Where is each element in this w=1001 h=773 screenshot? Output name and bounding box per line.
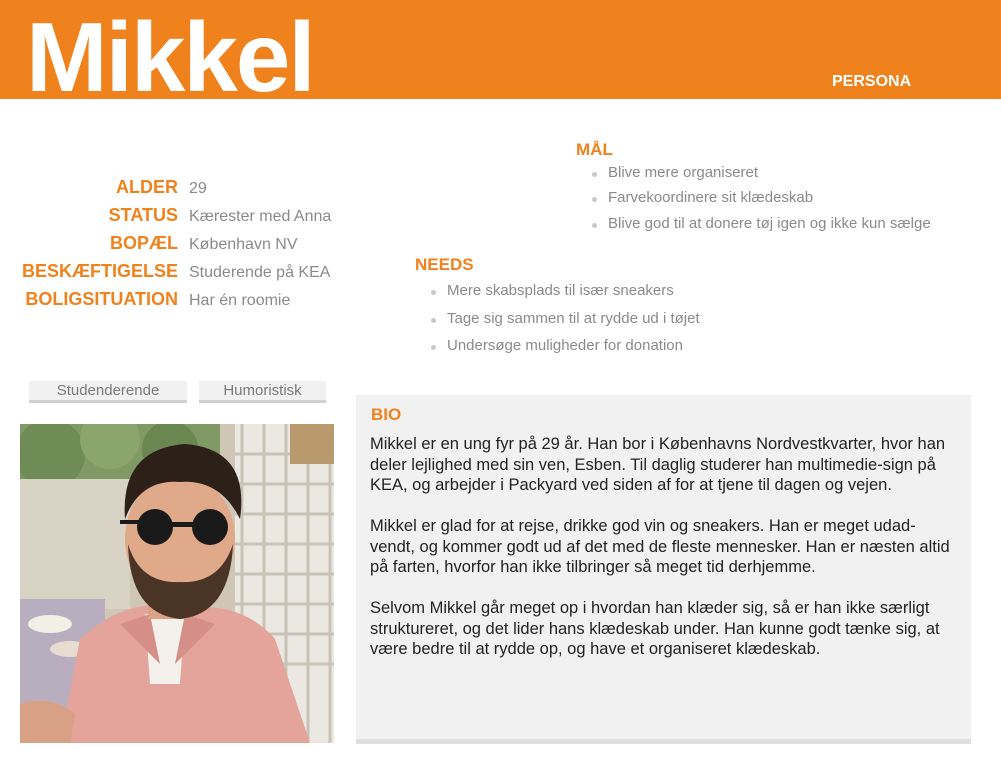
- fact-value: Har én roomie: [189, 292, 291, 309]
- bio-panel: BIO Mikkel er en ung fyr på 29 år. Han b…: [356, 395, 971, 744]
- fact-value: København NV: [189, 236, 298, 253]
- fact-row-residence: BOPÆL København NV: [0, 233, 420, 257]
- bio-title: BIO: [371, 405, 402, 424]
- need-item: Mere skabsplads til især sneakers: [429, 282, 700, 310]
- goals-title: MÅL: [576, 140, 613, 159]
- need-item: Tage sig sammen til at rydde ud i tøjet: [429, 310, 700, 337]
- fact-row-age: ALDER 29: [0, 177, 420, 201]
- need-item: Undersøge muligheder for donation: [429, 337, 700, 362]
- fact-row-housing: BOLIGSITUATION Har én roomie: [0, 289, 420, 313]
- persona-name: Mikkel: [26, 2, 316, 99]
- bio-paragraph: Mikkel er en ung fyr på 29 år. Han bor i…: [370, 435, 946, 494]
- persona-photo: [20, 424, 334, 743]
- goals-list: Blive mere organiseret Farvekoordinere s…: [590, 164, 931, 240]
- bio-paragraph: Selvom Mikkel går meget op i hvordan han…: [370, 599, 940, 658]
- goal-item: Blive god til at donere tøj igen og ikke…: [590, 215, 931, 240]
- trait-tag: Humoristisk: [199, 381, 326, 403]
- needs-title: NEEDS: [415, 255, 474, 274]
- needs-list: Mere skabsplads til især sneakers Tage s…: [429, 282, 700, 362]
- header-banner: Mikkel PERSONA: [0, 0, 1001, 99]
- persona-tag: PERSONA: [832, 73, 912, 90]
- fact-label: BESKÆFTIGELSE: [21, 261, 178, 281]
- fact-label: BOPÆL: [109, 233, 178, 253]
- fact-value: Kærester med Anna: [189, 208, 332, 225]
- fact-label: ALDER: [116, 177, 178, 197]
- goal-item: Farvekoordinere sit klædeskab: [590, 189, 931, 215]
- fact-value: 29: [189, 180, 207, 197]
- fact-label: STATUS: [108, 205, 178, 225]
- trait-tag: Studenderende: [29, 381, 187, 403]
- goal-item: Blive mere organiseret: [590, 164, 931, 189]
- fact-value: Studerende på KEA: [189, 264, 331, 281]
- fact-row-status: STATUS Kærester med Anna: [0, 205, 420, 229]
- bio-paragraph: Mikkel er glad for at rejse, drikke god …: [370, 517, 950, 576]
- bio-text: Mikkel er en ung fyr på 29 år. Han bor i…: [370, 434, 960, 680]
- fact-row-occupation: BESKÆFTIGELSE Studerende på KEA: [0, 261, 420, 285]
- fact-label: BOLIGSITUATION: [25, 289, 178, 309]
